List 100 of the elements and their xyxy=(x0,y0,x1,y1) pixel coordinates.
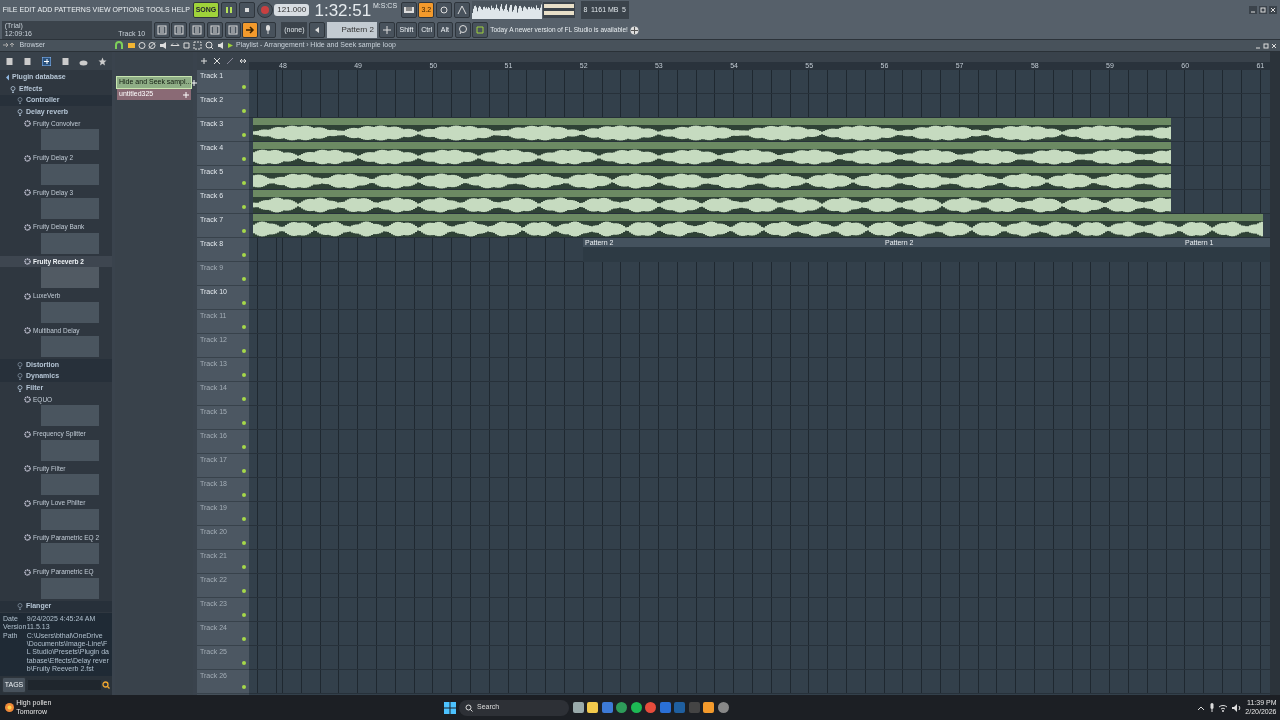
circle-app-icon[interactable] xyxy=(616,702,627,713)
audio-clip[interactable] xyxy=(253,118,1171,141)
plugin-preview-placeholder xyxy=(41,474,99,496)
track-led-icon[interactable] xyxy=(242,469,246,473)
arrow-button[interactable] xyxy=(242,22,259,38)
track-led-icon[interactable] xyxy=(242,493,246,497)
resize-icon[interactable] xyxy=(239,58,246,64)
previous-pattern-button[interactable] xyxy=(309,22,326,38)
speaker-icon[interactable] xyxy=(1231,703,1242,712)
pattern-icon[interactable] xyxy=(227,42,235,49)
track-led-icon[interactable] xyxy=(242,205,246,209)
track-led-icon[interactable] xyxy=(242,181,246,185)
scrollbar[interactable] xyxy=(1270,52,1280,695)
metronome-button[interactable] xyxy=(453,2,470,18)
level-meter-drawing xyxy=(543,2,576,18)
bulb-icon xyxy=(10,85,16,93)
track-led-icon[interactable] xyxy=(242,157,246,161)
add-pattern-icon xyxy=(381,25,392,35)
track-led-icon[interactable] xyxy=(242,349,246,353)
music-app-icon[interactable] xyxy=(630,702,642,713)
plug-icon xyxy=(3,74,9,81)
gear-icon xyxy=(24,292,31,300)
song-time: 1:32:51 xyxy=(314,1,372,19)
chevron-up-icon[interactable] xyxy=(1197,704,1206,711)
arrow-icon xyxy=(245,25,256,35)
close-icon[interactable] xyxy=(1270,42,1277,49)
speech-bubble-button[interactable] xyxy=(454,22,471,38)
plugin-preview-placeholder xyxy=(41,129,99,151)
add-icon[interactable] xyxy=(200,58,207,64)
plugin-preview-placeholder xyxy=(41,336,99,358)
mixer-button[interactable] xyxy=(224,22,241,38)
fruit-app-icon[interactable] xyxy=(703,702,714,713)
star-icon[interactable] xyxy=(98,56,108,66)
track-led-icon[interactable] xyxy=(242,637,246,641)
track-led-icon[interactable] xyxy=(242,277,246,281)
microphone-icon[interactable] xyxy=(1208,703,1215,712)
track-led-icon[interactable] xyxy=(242,325,246,329)
track-led-icon[interactable] xyxy=(242,397,246,401)
news-button[interactable] xyxy=(472,22,489,38)
track-led-icon[interactable] xyxy=(242,445,246,449)
track-led-icon[interactable] xyxy=(242,133,246,137)
browser-icon xyxy=(156,25,167,35)
pattern-selector[interactable]: Pattern 2 xyxy=(327,22,377,38)
stop-button[interactable] xyxy=(238,2,255,18)
keyboard-button[interactable] xyxy=(400,2,417,18)
tags-field[interactable] xyxy=(28,680,101,691)
track-led-icon[interactable] xyxy=(242,373,246,377)
play-icon xyxy=(224,5,235,15)
windows-logo-icon[interactable] xyxy=(443,701,456,714)
browser-app-icon[interactable] xyxy=(645,702,656,713)
diagonal-line-icon[interactable] xyxy=(226,58,233,64)
track-led-icon[interactable] xyxy=(242,109,246,113)
close-icon[interactable] xyxy=(213,58,220,64)
playlist-tools-drawing[interactable] xyxy=(113,41,226,50)
letter-app-icon[interactable] xyxy=(659,702,671,713)
microphone-button[interactable] xyxy=(260,22,276,38)
gear-icon xyxy=(24,120,31,127)
piano-roll-button[interactable] xyxy=(189,22,205,38)
wifi-icon[interactable] xyxy=(1218,703,1229,712)
plug-icon[interactable] xyxy=(42,56,52,66)
audio-clip[interactable] xyxy=(253,190,1171,213)
minimize-icon[interactable] xyxy=(1249,6,1257,14)
audio-clip[interactable] xyxy=(253,142,1171,165)
playlist-button[interactable] xyxy=(206,22,223,38)
search-icon[interactable] xyxy=(102,681,111,690)
flower-icon[interactable] xyxy=(3,702,15,713)
track-led-icon[interactable] xyxy=(242,421,246,425)
loop-record-button[interactable] xyxy=(436,2,453,18)
task-view-icon[interactable] xyxy=(572,702,584,713)
track-led-icon[interactable] xyxy=(242,229,246,233)
play-button[interactable] xyxy=(221,2,238,18)
plugin-preview-placeholder xyxy=(41,198,99,220)
track-led-icon[interactable] xyxy=(242,301,246,305)
track-led-icon[interactable] xyxy=(242,685,246,689)
browser-button[interactable] xyxy=(153,22,170,38)
track-led-icon[interactable] xyxy=(242,541,246,545)
tempo-field[interactable]: 121.000 xyxy=(274,4,310,16)
audio-clip[interactable] xyxy=(253,166,1171,189)
track-led-icon[interactable] xyxy=(242,253,246,257)
track-led-icon[interactable] xyxy=(242,85,246,89)
folder-icon[interactable] xyxy=(587,702,598,713)
file-icon[interactable] xyxy=(23,56,33,66)
restore-icon[interactable] xyxy=(1262,42,1269,49)
circle-app-icon[interactable] xyxy=(717,702,729,713)
track-led-icon[interactable] xyxy=(242,661,246,665)
keyboard-icon xyxy=(403,5,414,15)
oscilloscope-drawing xyxy=(471,1,542,19)
track-led-icon[interactable] xyxy=(242,517,246,521)
track-led-icon[interactable] xyxy=(242,565,246,569)
plugin-preview-placeholder xyxy=(41,267,99,289)
store-icon[interactable] xyxy=(601,702,613,713)
speech-bubble-icon xyxy=(457,25,468,35)
restore-icon[interactable] xyxy=(1258,6,1267,14)
bulb-icon xyxy=(17,603,23,610)
close-icon[interactable] xyxy=(1268,6,1277,14)
audio-clip[interactable] xyxy=(253,214,1263,237)
track-led-icon[interactable] xyxy=(242,589,246,593)
globe-icon[interactable] xyxy=(629,25,639,35)
add-pattern-button[interactable] xyxy=(378,22,395,38)
track-led-icon[interactable] xyxy=(242,613,246,617)
